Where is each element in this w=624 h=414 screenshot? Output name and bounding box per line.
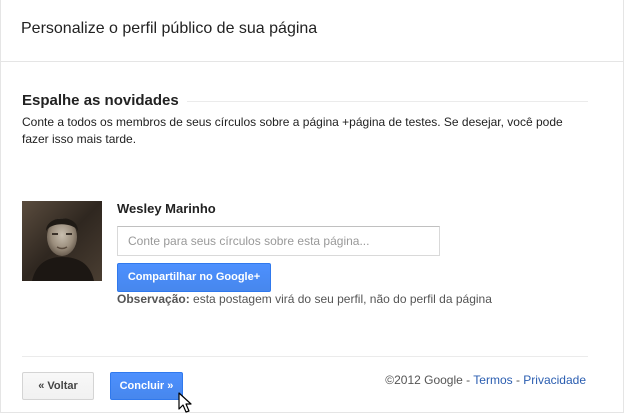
section-title: Espalhe as novidades	[22, 92, 187, 109]
note-text: esta postagem virá do seu perfil, não do…	[189, 292, 492, 306]
note-label: Observação:	[117, 292, 190, 306]
footer-divider	[22, 356, 588, 357]
share-note: Observação: esta postagem virá do seu pe…	[117, 292, 492, 306]
share-message-input[interactable]	[117, 226, 440, 256]
separator: -	[462, 373, 474, 387]
user-name: Wesley Marinho	[117, 201, 216, 216]
avatar	[22, 201, 102, 281]
back-button[interactable]: « Voltar	[22, 372, 94, 400]
dialog: Personalize o perfil público de sua pági…	[0, 0, 624, 413]
section-description: Conte a todos os membros de seus círculo…	[22, 115, 563, 146]
finish-button[interactable]: Concluir »	[110, 372, 183, 400]
footer-links: ©2012 Google - Termos - Privacidade	[385, 373, 586, 387]
separator: -	[512, 373, 524, 387]
section-heading-row: Espalhe as novidades	[22, 92, 588, 110]
copyright-text: ©2012 Google	[385, 373, 463, 387]
dialog-header: Personalize o perfil público de sua pági…	[1, 0, 623, 62]
dialog-title: Personalize o perfil público de sua pági…	[21, 20, 318, 37]
avatar-photo	[22, 201, 102, 281]
privacy-link[interactable]: Privacidade	[523, 373, 586, 387]
share-google-plus-button[interactable]: Compartilhar no Google+	[117, 263, 271, 292]
terms-link[interactable]: Termos	[473, 373, 512, 387]
mouse-pointer-icon	[178, 392, 192, 413]
